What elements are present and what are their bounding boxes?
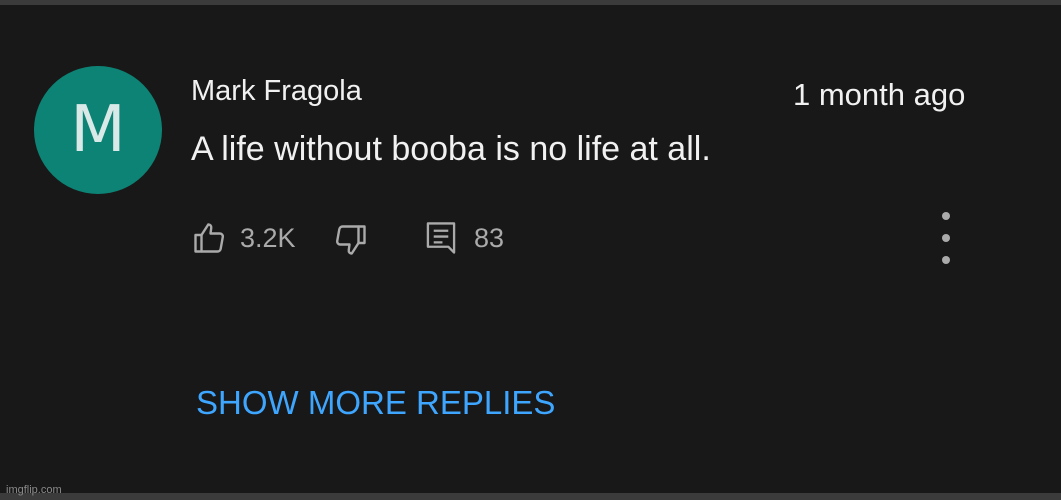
like-button[interactable]: 3.2K — [191, 220, 296, 256]
comment-icon — [425, 220, 457, 256]
more-vertical-icon — [942, 212, 950, 220]
thumbs-up-icon — [191, 220, 227, 256]
dislike-button[interactable] — [333, 222, 369, 258]
more-options-button[interactable] — [930, 212, 962, 264]
like-count: 3.2K — [240, 222, 296, 253]
comment-text: A life without booba is no life at all. — [191, 130, 711, 168]
comment-timestamp[interactable]: 1 month ago — [793, 77, 965, 113]
reply-count: 83 — [474, 222, 505, 253]
comment-author[interactable]: Mark Fragola — [191, 75, 362, 108]
imgflip-watermark: imgflip.com — [6, 484, 62, 496]
avatar-initial: M — [70, 93, 126, 167]
show-more-replies-button[interactable]: SHOW MORE REPLIES — [196, 384, 555, 422]
reply-button[interactable]: 83 — [425, 220, 504, 256]
thumbs-down-icon — [333, 222, 369, 258]
comment-panel: M Mark Fragola 1 month ago A life withou… — [0, 5, 1061, 493]
avatar[interactable]: M — [34, 66, 162, 194]
